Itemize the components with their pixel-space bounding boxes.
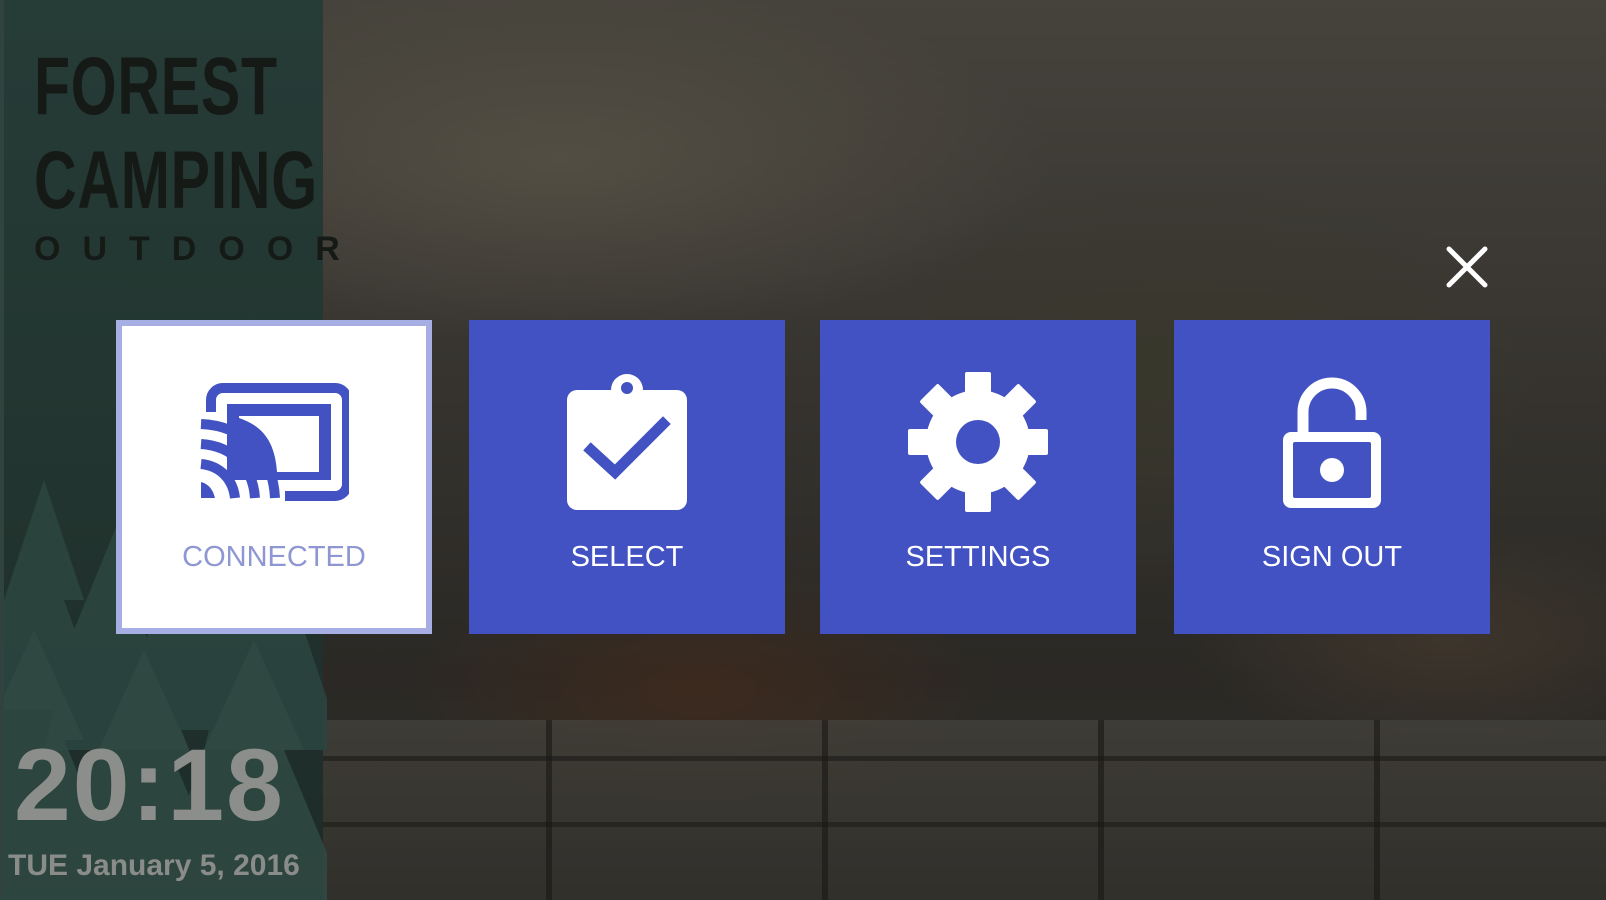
brand-subtitle: OUTDOOR	[34, 230, 362, 268]
screen: FOREST CAMPING OUTDOOR 20:18 TUE January…	[0, 0, 1606, 900]
clock-date: TUE January 5, 2016	[8, 849, 300, 882]
brand-logo: FOREST CAMPING OUTDOOR	[34, 40, 362, 270]
connected-tile[interactable]: CONNECTED	[116, 320, 432, 634]
sign-out-tile[interactable]: SIGN OUT	[1174, 320, 1490, 634]
select-tile[interactable]: SELECT	[469, 320, 785, 634]
gear-icon	[908, 372, 1048, 512]
clock-time: 20:18	[14, 728, 285, 842]
settings-label: SETTINGS	[905, 541, 1051, 573]
cast-icon	[200, 383, 349, 501]
select-label: SELECT	[570, 541, 684, 573]
connected-label: CONNECTED	[182, 541, 366, 573]
brand-title-forest: FOREST	[34, 41, 278, 132]
brand-title-camping: CAMPING	[34, 135, 318, 226]
clipboard-check-icon	[567, 374, 687, 510]
close-button[interactable]	[1443, 243, 1491, 291]
sign-out-label: SIGN OUT	[1261, 541, 1403, 573]
settings-tile[interactable]: SETTINGS	[820, 320, 1136, 634]
unlock-icon	[1283, 377, 1381, 508]
close-icon	[1446, 246, 1488, 288]
